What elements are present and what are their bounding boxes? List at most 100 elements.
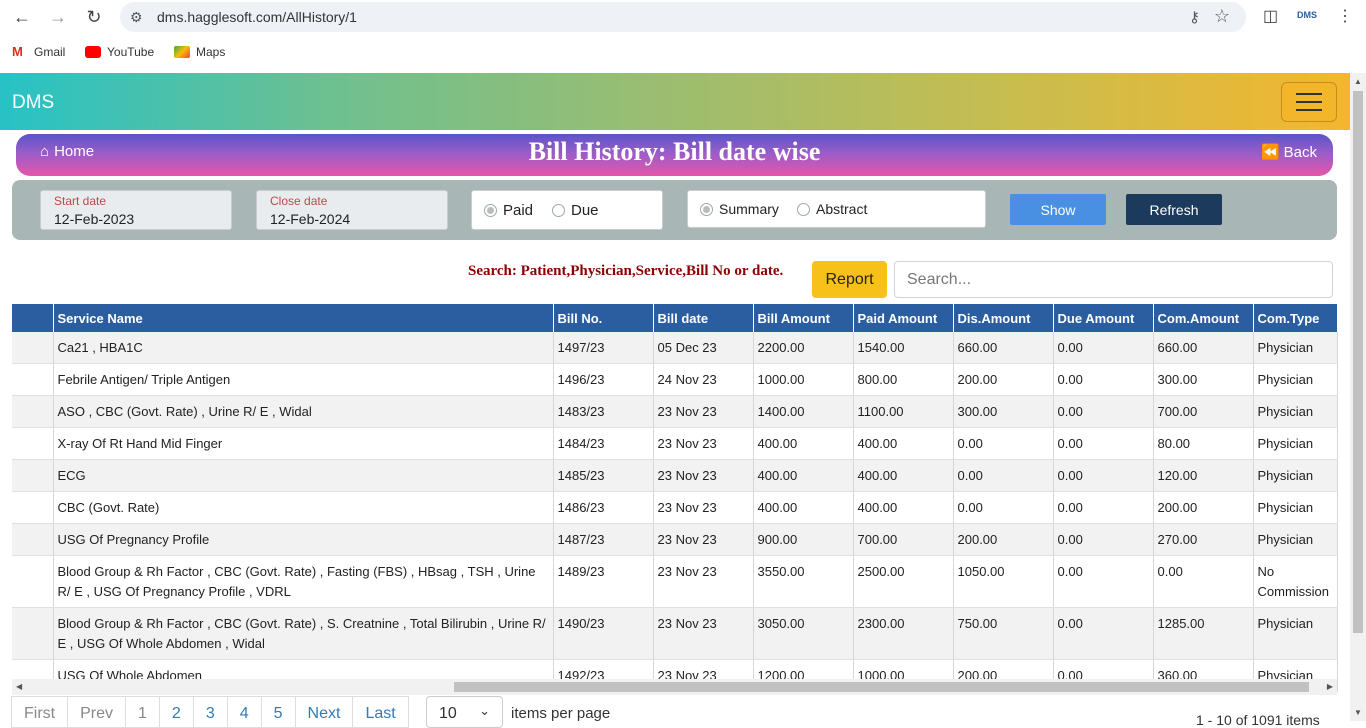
cell-bill-no: 1489/23	[553, 555, 654, 608]
extension-icon[interactable]: DMS	[1297, 10, 1317, 20]
due-label: Due	[571, 202, 599, 219]
header-bill-date[interactable]: Bill date	[653, 304, 754, 332]
header-due-amount[interactable]: Due Amount	[1053, 304, 1154, 332]
back-link[interactable]: ⏪ Back	[1261, 143, 1317, 162]
bill-history-table: Service Name Bill No. Bill date Bill Amount…	[12, 304, 1338, 692]
cell-com-type: Physician	[1253, 491, 1338, 524]
header-com-type[interactable]: Com.Type	[1253, 304, 1338, 332]
header-service-name[interactable]: Service Name	[53, 304, 554, 332]
header-bill-amount[interactable]: Bill Amount	[753, 304, 854, 332]
bookmark-youtube[interactable]: YouTube	[85, 45, 154, 59]
cell-dis-amount: 750.00	[953, 607, 1054, 660]
table-row[interactable]: Blood Group & Rh Factor , CBC (Govt. Rat…	[12, 555, 1338, 608]
radio-checked-icon[interactable]	[700, 202, 713, 216]
first-page-button[interactable]: First	[11, 696, 69, 728]
radio-icon[interactable]	[797, 202, 810, 216]
vertical-scrollbar[interactable]: ▲ ▼	[1350, 73, 1366, 721]
header-select-col[interactable]	[12, 304, 54, 332]
next-page-button[interactable]: Next	[294, 696, 354, 728]
cell-service-name: USG Of Pregnancy Profile	[53, 523, 554, 556]
sidepanel-icon[interactable]: ◫	[1263, 6, 1278, 26]
page-1-button[interactable]: 1	[125, 696, 160, 728]
refresh-button[interactable]: Refresh	[1126, 194, 1222, 225]
cell-due-amount: 0.00	[1053, 607, 1154, 660]
radio-icon[interactable]	[552, 204, 565, 217]
maps-icon	[174, 46, 190, 58]
cell-com-amount: 270.00	[1153, 523, 1254, 556]
scroll-down-icon[interactable]: ▼	[1354, 708, 1362, 717]
cell-service-name: X-ray Of Rt Hand Mid Finger	[53, 427, 554, 460]
horizontal-scrollbar[interactable]: ◀ ▶	[12, 679, 1337, 695]
close-date-field[interactable]: Close date 12-Feb-2024	[256, 190, 448, 230]
prev-page-button[interactable]: Prev	[67, 696, 127, 728]
cell-com-type: Physician	[1253, 332, 1338, 364]
cell-service-name: Febrile Antigen/ Triple Antigen	[53, 363, 554, 396]
cell-com-amount: 660.00	[1153, 332, 1254, 364]
radio-checked-icon[interactable]	[484, 204, 497, 217]
page-2-button[interactable]: 2	[158, 696, 194, 728]
scrollbar-thumb[interactable]	[1353, 91, 1363, 633]
page-4-button[interactable]: 4	[226, 696, 262, 728]
browser-toolbar: ← → ↻ ⚙ dms.hagglesoft.com/AllHistory/1 …	[0, 0, 1366, 34]
cell-com-amount: 1285.00	[1153, 607, 1254, 660]
abstract-radio[interactable]: Abstract	[797, 201, 867, 217]
gmail-icon: M	[12, 44, 23, 59]
table-row[interactable]: X-ray Of Rt Hand Mid Finger 1484/23 23 Nov…	[12, 427, 1338, 460]
key-icon[interactable]: ⚷	[1189, 8, 1200, 26]
youtube-icon	[85, 46, 101, 58]
summary-radio[interactable]: Summary	[700, 201, 779, 217]
scroll-up-icon[interactable]: ▲	[1354, 77, 1362, 86]
start-date-value[interactable]: 12-Feb-2023	[54, 211, 134, 227]
bookmark-gmail[interactable]: M Gmail	[12, 45, 65, 59]
cell-bill-date: 23 Nov 23	[653, 427, 754, 460]
show-button[interactable]: Show	[1010, 194, 1106, 225]
cell-select-col	[12, 427, 54, 460]
close-date-value[interactable]: 12-Feb-2024	[270, 211, 350, 227]
table-row[interactable]: Febrile Antigen/ Triple Antigen 1496/23 24…	[12, 363, 1338, 396]
start-date-field[interactable]: Start date 12-Feb-2023	[40, 190, 232, 230]
report-button[interactable]: Report	[812, 261, 887, 298]
header-bill-no[interactable]: Bill No.	[553, 304, 654, 332]
more-menu-icon[interactable]: ⋮	[1337, 6, 1353, 26]
table-row[interactable]: ASO , CBC (Govt. Rate) , Urine R/ E , Wi…	[12, 395, 1338, 428]
cell-bill-amount: 400.00	[753, 427, 854, 460]
table-row[interactable]: USG Of Pregnancy Profile 1487/23 23 Nov 23…	[12, 523, 1338, 556]
page-5-button[interactable]: 5	[260, 696, 296, 728]
cell-bill-amount: 2200.00	[753, 332, 854, 364]
site-settings-icon[interactable]: ⚙	[130, 9, 143, 26]
hamburger-menu-button[interactable]	[1281, 82, 1337, 122]
brand-logo[interactable]: DMS	[12, 92, 54, 114]
reload-icon[interactable]: ↻	[82, 5, 106, 29]
page-3-button[interactable]: 3	[192, 696, 228, 728]
forward-arrow-icon[interactable]: →	[46, 5, 70, 29]
cell-paid-amount: 1540.00	[853, 332, 954, 364]
cell-due-amount: 0.00	[1053, 555, 1154, 608]
paid-radio[interactable]: Paid	[484, 202, 533, 219]
title-bar: ⌂ Home Bill History: Bill date wise ⏪ Ba…	[16, 134, 1333, 176]
table-row[interactable]: Ca21 , HBA1C 1497/23 05 Dec 23 2200.00 1540.…	[12, 332, 1338, 364]
table-row[interactable]: ECG 1485/23 23 Nov 23 400.00 400.00 0.00 0.00 1…	[12, 459, 1338, 492]
url-text[interactable]: dms.hagglesoft.com/AllHistory/1	[157, 9, 357, 25]
page-size-select[interactable]: 10 ⌄	[426, 696, 503, 728]
header-paid-amount[interactable]: Paid Amount	[853, 304, 954, 332]
scrollbar-thumb[interactable]	[454, 682, 1309, 692]
bookmark-star-icon[interactable]: ☆	[1214, 6, 1230, 27]
table-row[interactable]: CBC (Govt. Rate) 1486/23 23 Nov 23 400.00 40…	[12, 491, 1338, 524]
scroll-right-icon[interactable]: ▶	[1327, 682, 1333, 691]
cell-dis-amount: 1050.00	[953, 555, 1054, 608]
search-input[interactable]	[894, 261, 1333, 298]
address-bar[interactable]: ⚙ dms.hagglesoft.com/AllHistory/1 ⚷ ☆	[120, 2, 1246, 32]
last-page-button[interactable]: Last	[352, 696, 409, 728]
cell-bill-amount: 1400.00	[753, 395, 854, 428]
cell-bill-date: 23 Nov 23	[653, 555, 754, 608]
header-dis-amount[interactable]: Dis.Amount	[953, 304, 1054, 332]
scroll-left-icon[interactable]: ◀	[16, 682, 22, 691]
cell-dis-amount: 200.00	[953, 363, 1054, 396]
due-radio[interactable]: Due	[552, 202, 599, 219]
table-row[interactable]: Blood Group & Rh Factor , CBC (Govt. Rat…	[12, 607, 1338, 660]
header-com-amount[interactable]: Com.Amount	[1153, 304, 1254, 332]
page-title: Bill History: Bill date wise	[528, 137, 821, 166]
cell-select-col	[12, 607, 54, 660]
bookmark-maps[interactable]: Maps	[174, 45, 225, 59]
back-arrow-icon[interactable]: ←	[10, 5, 34, 29]
